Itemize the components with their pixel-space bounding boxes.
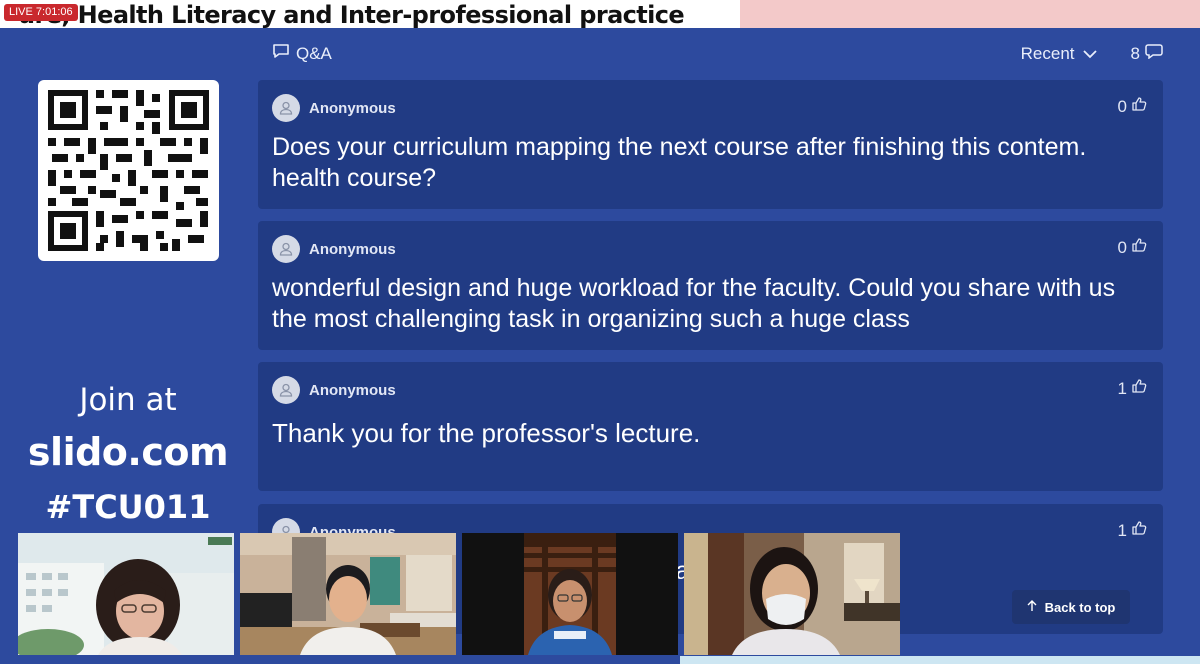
qr-code xyxy=(38,80,219,261)
question-text: wonderful design and huge workload for t… xyxy=(272,274,1116,333)
qa-title-label: Q&A xyxy=(296,43,332,63)
arrow-up-icon xyxy=(1027,599,1037,615)
question-card: Anonymous 0 Does your curriculum mapping… xyxy=(258,80,1163,209)
question-card: Anonymous 0 wonderful design and huge wo… xyxy=(258,221,1163,350)
sort-label: Recent xyxy=(1020,43,1075,63)
question-count: 8 xyxy=(1131,43,1163,64)
comment-count-icon xyxy=(1145,43,1163,64)
like-count: 0 xyxy=(1117,96,1127,116)
like-count: 1 xyxy=(1117,520,1127,540)
like-button[interactable]: 1 xyxy=(1118,378,1147,399)
question-count-value: 8 xyxy=(1130,43,1140,63)
qa-header: Q&A Recent 8 xyxy=(258,28,1163,78)
like-count: 1 xyxy=(1117,378,1127,398)
participant-video-tile[interactable] xyxy=(240,533,456,655)
like-count: 0 xyxy=(1117,237,1127,257)
question-text: Thank you for the professor's lecture. xyxy=(272,418,701,448)
qa-title: Q&A xyxy=(272,43,332,64)
session-title-banner: ure, Health Literacy and Inter-professio… xyxy=(0,0,740,29)
question-author: Anonymous xyxy=(309,381,396,399)
thumbs-up-icon xyxy=(1131,237,1147,258)
event-code: #TCU011 xyxy=(45,488,211,526)
chat-bubble-icon xyxy=(272,43,290,64)
chevron-down-icon xyxy=(1082,44,1097,64)
question-card: Anonymous 1 Thank you for the professor'… xyxy=(258,362,1163,491)
like-button[interactable]: 0 xyxy=(1118,96,1147,117)
participant-video-tile[interactable] xyxy=(684,533,900,655)
question-text: Does your curriculum mapping the next co… xyxy=(272,133,1087,192)
participant-video-tile[interactable] xyxy=(462,533,678,655)
question-author: Anonymous xyxy=(309,99,396,117)
sort-dropdown[interactable]: Recent xyxy=(1021,44,1097,64)
like-button[interactable]: 0 xyxy=(1118,237,1147,258)
user-avatar-icon xyxy=(272,235,300,263)
user-avatar-icon xyxy=(272,94,300,122)
banner-accent xyxy=(740,0,1200,28)
thumbs-up-icon xyxy=(1131,96,1147,117)
live-timer-badge: LIVE 7:01:06 xyxy=(4,4,78,21)
join-at-label: Join at xyxy=(79,382,177,418)
session-title: ure, Health Literacy and Inter-professio… xyxy=(18,1,685,29)
participant-video-tile[interactable] xyxy=(18,533,234,655)
slido-site-link[interactable]: slido.com xyxy=(0,430,256,474)
thumbs-up-icon xyxy=(1131,520,1147,541)
question-author: Anonymous xyxy=(309,240,396,258)
back-to-top-label: Back to top xyxy=(1044,599,1116,615)
user-avatar-icon xyxy=(272,376,300,404)
bottom-edge-bar xyxy=(680,656,1200,664)
thumbs-up-icon xyxy=(1131,378,1147,399)
back-to-top-button[interactable]: Back to top xyxy=(1012,590,1130,624)
like-button[interactable]: 1 xyxy=(1118,520,1147,541)
